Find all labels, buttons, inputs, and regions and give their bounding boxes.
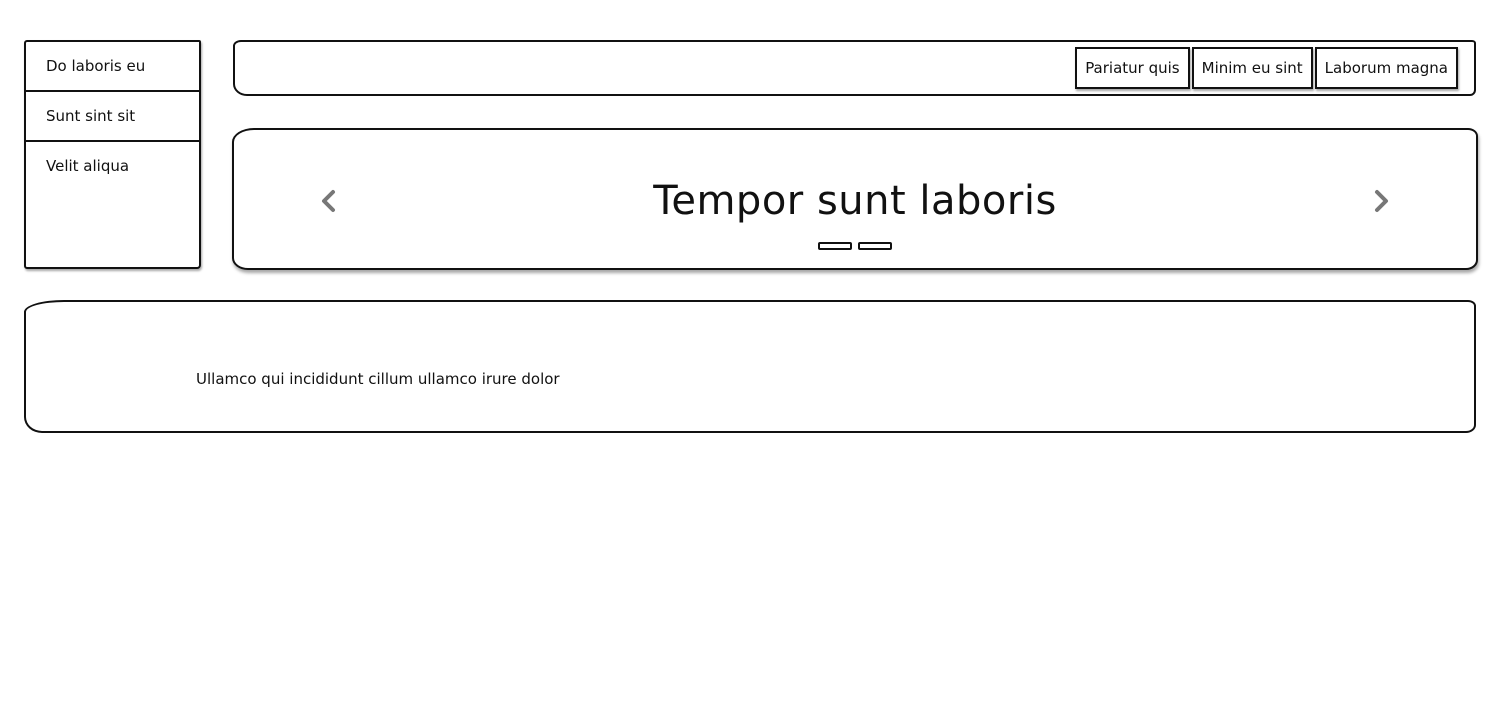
side-menu: Do laboris eu Sunt sint sit Velit aliqua <box>24 40 201 269</box>
carousel-indicator-2[interactable] <box>858 242 892 250</box>
toolbar-button-group: Pariatur quis Minim eu sint Laborum magn… <box>1073 47 1458 89</box>
carousel-indicator-1[interactable] <box>818 242 852 250</box>
carousel-next-button[interactable] <box>1368 188 1394 214</box>
toolbar-button-laborum[interactable]: Laborum magna <box>1314 47 1458 89</box>
content-panel: Ullamco qui incididunt cillum ullamco ir… <box>24 300 1476 433</box>
side-menu-item-2[interactable]: Sunt sint sit <box>26 92 199 142</box>
top-toolbar: Pariatur quis Minim eu sint Laborum magn… <box>233 40 1476 96</box>
carousel-slide-title: Tempor sunt laboris <box>653 178 1057 224</box>
page: Do laboris eu Sunt sint sit Velit aliqua… <box>0 0 1500 720</box>
carousel-indicators <box>234 242 1476 250</box>
toolbar-button-minim[interactable]: Minim eu sint <box>1191 47 1313 89</box>
side-menu-item-3[interactable]: Velit aliqua <box>26 142 199 192</box>
content-text: Ullamco qui incididunt cillum ullamco ir… <box>196 370 560 388</box>
carousel: Tempor sunt laboris <box>232 128 1478 270</box>
toolbar-button-pariatur[interactable]: Pariatur quis <box>1075 47 1190 89</box>
chevron-right-icon <box>1375 190 1388 212</box>
side-menu-item-1[interactable]: Do laboris eu <box>26 42 199 92</box>
